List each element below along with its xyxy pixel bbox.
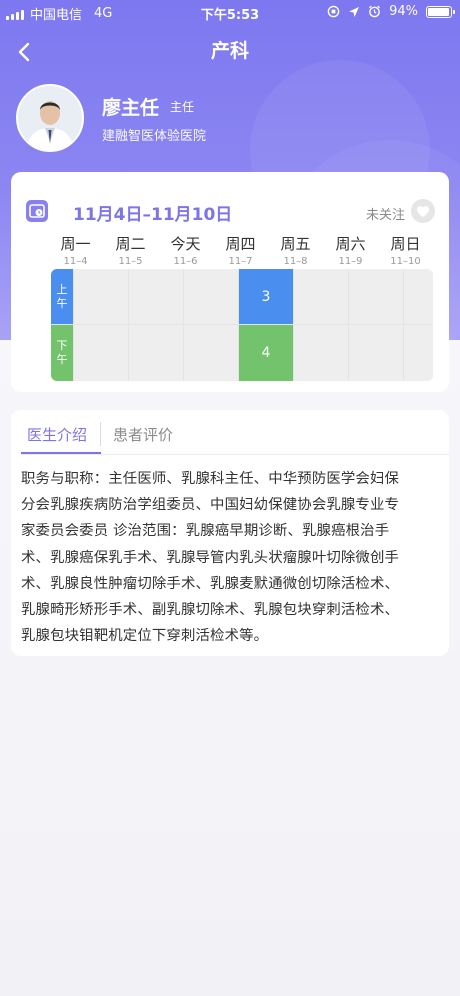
day-column-header[interactable]: 周日 11–10 xyxy=(378,233,433,267)
morning-slot xyxy=(349,269,403,324)
battery-percent: 94% xyxy=(389,4,418,19)
back-button[interactable] xyxy=(10,38,38,66)
day-name: 周六 xyxy=(335,235,366,253)
day-column-header[interactable]: 周五 11–8 xyxy=(268,233,323,267)
intro-line: 术、乳腺良性肿瘤切除手术、乳腺麦默通微创切除活检术、 xyxy=(21,575,400,592)
morning-label-char: 上 xyxy=(56,282,68,296)
day-column-header[interactable]: 周六 11–9 xyxy=(323,233,378,267)
slot-count: 3 xyxy=(261,288,271,305)
day-date: 11–9 xyxy=(338,256,363,267)
morning-slot[interactable]: 3 xyxy=(239,269,293,324)
doctor-intro-text: 职务与职称：主任医师、乳腺科主任、中华预防医学会妇保 分会乳腺疾病防治学组委员、中… xyxy=(21,466,441,649)
schedule-grid: 上 午 下 午 3 4 xyxy=(51,269,433,381)
day-date: 11–7 xyxy=(228,256,253,267)
afternoon-label-char: 下 xyxy=(56,339,68,352)
day-name: 周日 xyxy=(390,235,421,253)
battery-icon xyxy=(426,5,455,18)
morning-slot xyxy=(404,269,433,324)
chevron-left-icon xyxy=(18,42,30,62)
tab-patient-reviews[interactable]: 患者评价 xyxy=(113,424,173,445)
afternoon-slot xyxy=(349,325,403,381)
day-column-header[interactable]: 周一 11–4 xyxy=(48,233,103,267)
morning-slot xyxy=(184,269,238,324)
afternoon-slot[interactable]: 4 xyxy=(239,325,293,381)
calendar-clock-icon xyxy=(26,200,48,222)
day-name: 周四 xyxy=(225,235,256,253)
afternoon-slot xyxy=(74,325,128,381)
heart-icon xyxy=(417,205,429,217)
doctor-hospital: 建融智医体验医院 xyxy=(102,129,207,144)
date-range: 11月4日–11月10日 xyxy=(73,205,233,225)
doctor-name: 廖主任 xyxy=(102,97,160,119)
morning-slot xyxy=(129,269,183,324)
doctor-info-card: 医生介绍 患者评价 职务与职称：主任医师、乳腺科主任、中华预防医学会妇保 分会乳腺… xyxy=(11,410,449,656)
tab-separator xyxy=(100,422,101,446)
day-column-header[interactable]: 周二 11–5 xyxy=(103,233,158,267)
afternoon-slot xyxy=(404,325,433,381)
status-bar: 中国电信 4G 下午5:53 94% xyxy=(0,0,460,24)
day-column-header[interactable]: 今天 11–6 xyxy=(158,233,213,267)
intro-line: 分会乳腺疾病防治学组委员、中国妇幼保健协会乳腺专业专 xyxy=(21,497,400,514)
afternoon-label-char: 午 xyxy=(56,353,68,366)
tab-doctor-intro[interactable]: 医生介绍 xyxy=(27,424,87,445)
alarm-icon xyxy=(369,5,381,18)
follow-button[interactable] xyxy=(411,199,435,223)
orientation-lock-icon xyxy=(327,5,340,18)
day-date: 11–8 xyxy=(283,256,308,267)
day-name: 周二 xyxy=(115,235,146,253)
morning-label: 上 午 xyxy=(51,269,73,324)
intro-line: 职务与职称：主任医师、乳腺科主任、中华预防医学会妇保 xyxy=(21,471,400,487)
day-name: 周五 xyxy=(280,235,311,253)
afternoon-slot xyxy=(294,325,348,381)
day-name: 周一 xyxy=(60,235,91,253)
intro-line: 家委员会委员 诊治范围：乳腺癌早期诊断、乳腺癌根治手 xyxy=(21,523,390,540)
day-date: 11–10 xyxy=(390,256,421,267)
morning-slot xyxy=(74,269,128,324)
location-icon xyxy=(349,6,360,17)
day-column-header[interactable]: 周四 11–7 xyxy=(213,233,268,267)
day-date: 11–5 xyxy=(118,256,143,267)
morning-slot xyxy=(294,269,348,324)
day-date: 11–4 xyxy=(63,256,88,267)
intro-line: 乳腺畸形矫形手术、副乳腺切除术、乳腺包块穿刺活检术、 xyxy=(21,602,400,619)
divider xyxy=(21,454,449,455)
active-tab-indicator xyxy=(21,452,101,454)
intro-line: 乳腺包块钼靶机定位下穿刺活检术等。 xyxy=(21,628,269,645)
follow-status: 未关注 xyxy=(365,208,405,223)
afternoon-slot xyxy=(129,325,183,381)
day-name: 今天 xyxy=(170,235,201,253)
day-date: 11–6 xyxy=(173,256,198,267)
schedule-card: 11月4日–11月10日 未关注 周一 11–4 周二 11–5 今天 11–6 周四 11–… xyxy=(11,172,449,392)
doctor-title: 主任 xyxy=(170,100,195,114)
afternoon-slot xyxy=(184,325,238,381)
afternoon-label: 下 午 xyxy=(51,325,73,381)
weekday-header: 周一 11–4 周二 11–5 今天 11–6 周四 11–7 周五 11–8 周六 11–9 周日 11… xyxy=(48,233,443,269)
intro-line: 术、乳腺癌保乳手术、乳腺导管内乳头状瘤腺叶切除微创手 xyxy=(21,549,400,566)
slot-count: 4 xyxy=(261,345,271,361)
doctor-avatar xyxy=(16,84,84,152)
morning-label-char: 午 xyxy=(56,296,68,310)
